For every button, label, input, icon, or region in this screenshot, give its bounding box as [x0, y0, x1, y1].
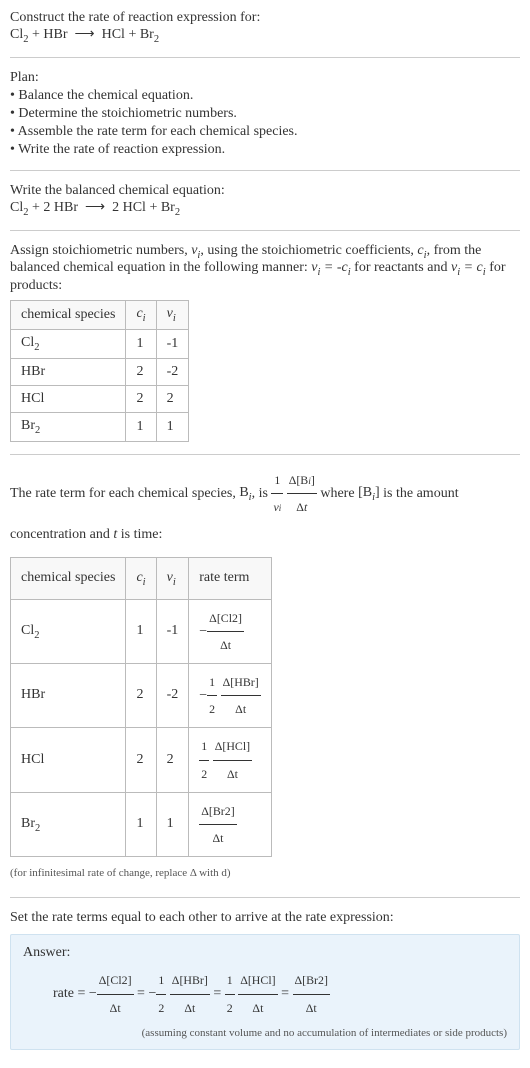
answer-equation: rate = −Δ[Cl2]Δt = −12 Δ[HBr]Δt = 12 Δ[H…: [53, 967, 507, 1020]
col-species: chemical species: [11, 557, 126, 599]
rateterm-text: The rate term for each chemical species,…: [10, 467, 520, 551]
plan-title: Plan:: [10, 70, 520, 86]
species-br2: Br2: [140, 27, 159, 42]
col-species: chemical species: [11, 301, 126, 330]
table-row: HBr 2 -2 −12 Δ[HBr]Δt: [11, 664, 272, 728]
rateterm-table: chemical species ci νi rate term Cl2 1 -…: [10, 557, 272, 857]
balanced-title: Write the balanced chemical equation:: [10, 183, 520, 199]
balanced-equation: Cl2 + 2 HBr ⟶ 2 HCl + Br2: [10, 199, 520, 218]
stoich-section: Assign stoichiometric numbers, νi, using…: [10, 243, 520, 442]
plan-item: • Determine the stoichiometric numbers.: [10, 106, 520, 122]
plan-item: • Assemble the rate term for each chemic…: [10, 124, 520, 140]
intro-section: Construct the rate of reaction expressio…: [10, 10, 520, 45]
answer-note: (assuming constant volume and no accumul…: [23, 1027, 507, 1039]
stoich-text: Assign stoichiometric numbers, νi, using…: [10, 243, 520, 295]
divider: [10, 454, 520, 455]
plan-item: • Balance the chemical equation.: [10, 88, 520, 104]
intro-equation: Cl2 + HBr ⟶ HCl + Br2: [10, 26, 520, 45]
rateterm-section: The rate term for each chemical species,…: [10, 467, 520, 886]
answer-label: Answer:: [23, 945, 507, 961]
table-row: Cl2 1 -1 −Δ[Cl2]Δt: [11, 599, 272, 663]
intro-line1: Construct the rate of reaction expressio…: [10, 10, 520, 26]
final-title: Set the rate terms equal to each other t…: [10, 910, 520, 926]
table-header-row: chemical species ci νi: [11, 301, 189, 330]
species-hcl: HCl: [102, 27, 125, 42]
table-row: Cl21-1: [11, 329, 189, 358]
col-ci: ci: [126, 557, 156, 599]
divider: [10, 897, 520, 898]
species-cl2: Cl2: [10, 27, 28, 42]
answer-box: Answer: rate = −Δ[Cl2]Δt = −12 Δ[HBr]Δt …: [10, 934, 520, 1049]
table-row: HCl22: [11, 385, 189, 412]
plan-item: • Write the rate of reaction expression.: [10, 142, 520, 158]
table-row: HCl 2 2 12 Δ[HCl]Δt: [11, 728, 272, 792]
fraction: Δ[Bi]Δt: [287, 467, 317, 520]
species-hbr: HBr: [43, 27, 67, 42]
divider: [10, 230, 520, 231]
col-vi: νi: [156, 557, 189, 599]
final-section: Set the rate terms equal to each other t…: [10, 910, 520, 1049]
rateterm-note: (for infinitesimal rate of change, repla…: [10, 861, 520, 885]
balanced-section: Write the balanced chemical equation: Cl…: [10, 183, 520, 218]
plan-section: Plan: • Balance the chemical equation. •…: [10, 70, 520, 158]
divider: [10, 57, 520, 58]
divider: [10, 170, 520, 171]
arrow-icon: ⟶: [85, 200, 105, 215]
fraction: 1νi: [271, 467, 283, 520]
table-row: Br2 1 1 Δ[Br2]Δt: [11, 792, 272, 856]
arrow-icon: ⟶: [75, 27, 95, 42]
table-row: Br211: [11, 412, 189, 441]
col-ci: ci: [126, 301, 156, 330]
table-row: HBr2-2: [11, 358, 189, 385]
col-rate: rate term: [189, 557, 271, 599]
col-vi: νi: [156, 301, 189, 330]
table-header-row: chemical species ci νi rate term: [11, 557, 272, 599]
stoich-table: chemical species ci νi Cl21-1 HBr2-2 HCl…: [10, 300, 189, 441]
